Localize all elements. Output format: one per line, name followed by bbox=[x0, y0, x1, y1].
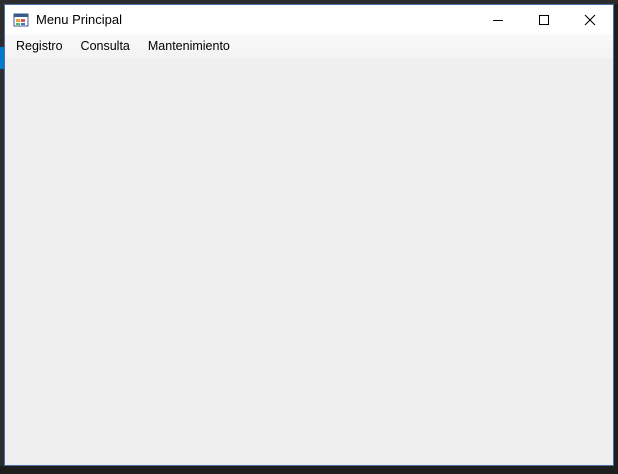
maximize-icon bbox=[539, 14, 549, 25]
main-window: Menu Principal Registro Consulta Manteni… bbox=[4, 4, 614, 466]
menu-item-registro[interactable]: Registro bbox=[7, 35, 72, 57]
minimize-icon bbox=[493, 19, 503, 21]
menu-item-consulta[interactable]: Consulta bbox=[72, 35, 139, 57]
title-bar[interactable]: Menu Principal bbox=[5, 5, 613, 34]
maximize-button[interactable] bbox=[521, 5, 567, 34]
mdi-client-area[interactable] bbox=[5, 58, 613, 465]
caption-buttons bbox=[475, 5, 613, 34]
window-title: Menu Principal bbox=[36, 12, 122, 27]
close-button[interactable] bbox=[567, 5, 613, 34]
windows-forms-app-icon bbox=[13, 12, 29, 28]
minimize-button[interactable] bbox=[475, 5, 521, 34]
background-desktop-bottom bbox=[0, 466, 618, 474]
menu-bar: Registro Consulta Mantenimiento bbox=[5, 34, 613, 58]
close-icon bbox=[584, 14, 596, 25]
menu-item-mantenimiento[interactable]: Mantenimiento bbox=[139, 35, 239, 57]
